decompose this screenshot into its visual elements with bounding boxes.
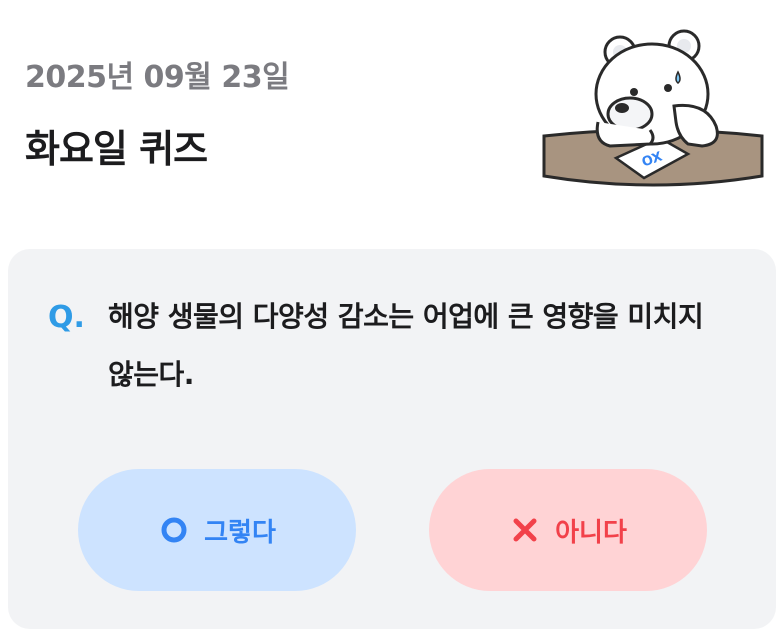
- circle-o-icon: [158, 514, 190, 546]
- answer-no-label: 아니다: [555, 517, 627, 548]
- answer-no-button[interactable]: 아니다: [429, 469, 707, 591]
- answer-yes-label: 그렇다: [204, 517, 276, 548]
- answer-yes-button[interactable]: 그렇다: [78, 469, 356, 591]
- x-cross-icon: [509, 514, 541, 546]
- polar-bear-mascot-icon: OX: [542, 29, 764, 187]
- question-marker: Q.: [48, 300, 85, 335]
- quiz-date: 2025년 09월 23일: [25, 60, 290, 95]
- page-title: 화요일 퀴즈: [25, 127, 208, 171]
- question-text: 해양 생물의 다양성 감소는 어업에 큰 영향을 미치지 않는다.: [108, 300, 704, 391]
